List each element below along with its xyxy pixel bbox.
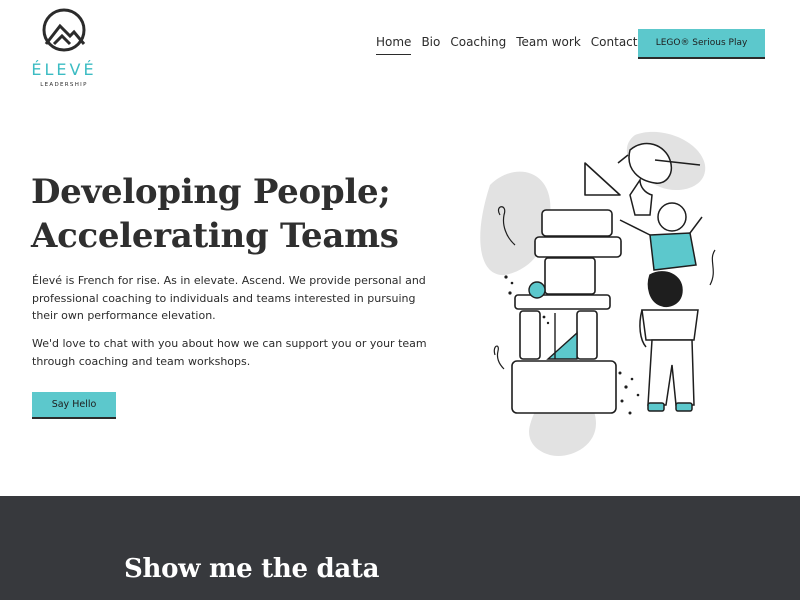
hero-title-line-1: Developing People; bbox=[31, 172, 391, 212]
nav-home[interactable]: Home bbox=[376, 35, 412, 55]
hero-paragraph-2: We'd love to chat with you about how we … bbox=[32, 337, 427, 368]
teal-ball bbox=[528, 281, 546, 299]
main-nav: Home Bio Coaching Team work Contact bbox=[376, 35, 637, 55]
block-triangle bbox=[584, 162, 621, 196]
section-title: Show me the data bbox=[124, 554, 380, 584]
hero-title: Developing People; Accelerating Teams bbox=[31, 170, 451, 258]
block-beam bbox=[514, 294, 611, 310]
brand-tagline: LEADERSHIP bbox=[40, 82, 88, 88]
block-second bbox=[534, 236, 622, 258]
lego-serious-play-button[interactable]: LEGO® Serious Play bbox=[638, 29, 765, 59]
hero-paragraph-1: Élevé is French for rise. As in elevate.… bbox=[32, 274, 426, 322]
hero-title-line-2: Accelerating Teams bbox=[31, 216, 399, 256]
block-pillar-right bbox=[576, 310, 598, 360]
block-top bbox=[541, 209, 613, 237]
person-middle bbox=[619, 202, 703, 271]
person-bottom bbox=[639, 271, 699, 412]
people-stacking-blocks-illustration bbox=[480, 131, 716, 456]
doodle-swirl-right bbox=[709, 249, 716, 286]
say-hello-button[interactable]: Say Hello bbox=[32, 392, 116, 419]
brand-name: ÉLEVÉ bbox=[31, 60, 97, 79]
nav-bio[interactable]: Bio bbox=[421, 35, 440, 55]
brand-logo[interactable]: ÉLEVÉ LEADERSHIP bbox=[28, 8, 100, 88]
nav-contact[interactable]: Contact bbox=[591, 35, 638, 55]
block-square bbox=[544, 257, 596, 295]
block-base bbox=[511, 360, 617, 414]
grey-blob-left bbox=[480, 171, 551, 276]
nav-coaching[interactable]: Coaching bbox=[450, 35, 506, 55]
teal-triangle bbox=[546, 331, 578, 360]
nav-team-work[interactable]: Team work bbox=[516, 35, 581, 55]
doodle-swirl-small bbox=[493, 345, 505, 370]
data-section: Show me the data bbox=[0, 496, 800, 600]
block-pillar-left bbox=[519, 310, 541, 360]
mountain-logo-icon bbox=[42, 8, 86, 52]
